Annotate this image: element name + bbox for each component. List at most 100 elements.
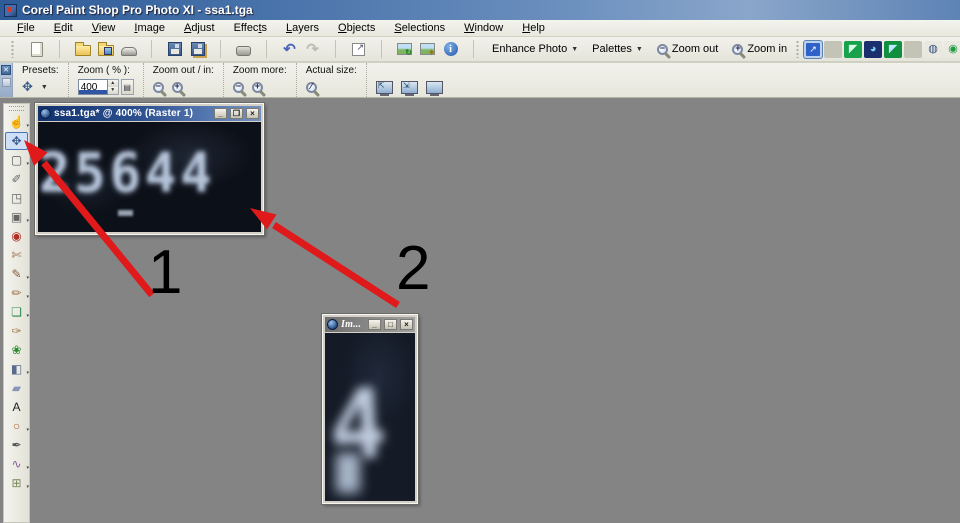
toolbar-grip (795, 40, 800, 58)
minimize-button[interactable]: _ (214, 108, 227, 119)
zoom-percent-stepper[interactable]: ▲▼ (108, 79, 119, 95)
zoom-percent-label: Zoom ( % ): (78, 65, 134, 76)
zoom-in-icon[interactable]: + (172, 82, 183, 93)
actual-size-icon[interactable]: ∕ (306, 82, 317, 93)
dropper-tool[interactable]: ✐ (5, 170, 28, 188)
zoom-in-more-icon[interactable]: + (252, 82, 263, 93)
presets-icon[interactable]: ✥ (22, 79, 33, 95)
picture-tube-tool[interactable]: ❀ (5, 341, 28, 359)
menu-effects[interactable]: Effects (225, 21, 277, 35)
new-icon[interactable] (31, 42, 43, 57)
pin-icon[interactable] (2, 78, 11, 87)
pan-tool[interactable]: ☝ (5, 113, 28, 131)
restore-button[interactable]: ❐ (230, 108, 243, 119)
close-button[interactable]: × (400, 319, 413, 330)
psp-document-icon (40, 108, 51, 119)
menu-objects[interactable]: Objects (329, 21, 385, 35)
menu-help[interactable]: Help (513, 21, 555, 35)
close-button[interactable]: × (246, 108, 259, 119)
full-screen-icon[interactable] (426, 81, 443, 94)
ssa1-image-window[interactable]: ssa1.tga* @ 400% (Raster 1) _ ❐ × 25644 (35, 103, 264, 235)
zoom-out-more-icon[interactable]: − (233, 82, 244, 93)
enhance-photo-button[interactable]: Enhance Photo ▼ (485, 41, 585, 57)
info-icon[interactable]: i (444, 42, 458, 56)
pen-tool[interactable]: ✒ (5, 436, 28, 454)
zoom-out-in-label: Zoom out / in: (153, 65, 214, 76)
menu-view[interactable]: View (83, 21, 126, 35)
makeover-tool[interactable]: ✄ (5, 246, 28, 264)
magnified-digit-blob-2 (336, 453, 360, 493)
save-icon[interactable] (168, 42, 182, 56)
menu-bar: File Edit View Image Adjust Effects Laye… (0, 20, 960, 37)
move-tool[interactable]: ✥ (5, 132, 28, 150)
image1-window-title: Im... (341, 319, 365, 330)
ssa1-window-title-bar[interactable]: ssa1.tga* @ 400% (Raster 1) _ ❐ × (38, 106, 261, 121)
fit-image-to-window-icon[interactable]: ⇲ (401, 81, 418, 94)
image1-canvas[interactable]: 4 (325, 333, 415, 501)
zoom-percent-input[interactable] (78, 79, 108, 95)
zoom-in-button[interactable]: + Zoom in (725, 41, 794, 57)
scan-icon[interactable] (121, 47, 137, 56)
text-tool[interactable]: A (5, 398, 28, 416)
presets-section: Presets: ✥ ▼ (13, 63, 69, 97)
redo-icon[interactable]: ↷ (306, 42, 319, 57)
app-icon (4, 4, 17, 17)
zoom-more-label: Zoom more: (233, 65, 287, 76)
mesh-warp-tool[interactable]: ⊞ (5, 474, 28, 492)
eraser-tool[interactable]: ▰ (5, 379, 28, 397)
zoom-out-in-section: Zoom out / in: − + (144, 63, 224, 97)
save-as-icon[interactable] (191, 42, 205, 56)
ssa1-image-canvas[interactable]: 25644 (38, 122, 261, 232)
open-icon[interactable] (75, 45, 91, 56)
resize-icon[interactable] (352, 43, 365, 56)
pick-tool[interactable]: ▣ (5, 208, 28, 226)
color-replacer-tool[interactable]: ✏ (5, 284, 28, 302)
full-screen-preview-icon[interactable]: ↗ (804, 41, 822, 58)
effect-globe-icon[interactable]: ◍ (924, 41, 942, 58)
maximize-button[interactable]: □ (384, 319, 397, 330)
red-eye-tool[interactable]: ◉ (5, 227, 28, 245)
warp-brush-tool[interactable]: ∿ (5, 455, 28, 473)
fit-window-to-image-icon[interactable]: ⇱ (376, 81, 393, 94)
menu-layers[interactable]: Layers (277, 21, 329, 35)
zoom-out-icon[interactable]: − (153, 82, 164, 93)
effect-green-sphere-icon[interactable]: ◉ (944, 41, 960, 58)
undo-icon[interactable]: ↶ (283, 42, 296, 57)
browse-icon[interactable] (98, 45, 114, 56)
selection-tool[interactable]: ▢ (5, 151, 28, 169)
close-icon[interactable]: ✕ (1, 65, 11, 75)
menu-edit[interactable]: Edit (45, 21, 83, 35)
separator (824, 41, 842, 58)
menu-adjust[interactable]: Adjust (175, 21, 225, 35)
effect-pinwheel-icon[interactable]: ◤ (884, 41, 902, 58)
dodge-brush-tool[interactable]: ✑ (5, 322, 28, 340)
effect-browser-icon[interactable]: ◤ (844, 41, 862, 58)
options-palette-handle[interactable]: ✕ (0, 63, 13, 97)
zoom-slider-button[interactable]: ▤ (121, 79, 134, 95)
print-icon[interactable] (236, 46, 251, 56)
palettes-button[interactable]: Palettes ▼ (585, 41, 650, 57)
clone-brush-tool[interactable]: ❏ (5, 303, 28, 321)
actual-size-section: Actual size: ∕ (297, 63, 367, 97)
image1-window[interactable]: Im... _ □ × 4 (322, 314, 418, 504)
image1-window-title-bar[interactable]: Im... _ □ × (325, 317, 415, 332)
chevron-down-icon: ▼ (636, 46, 643, 53)
photo-fix-icon[interactable] (397, 43, 412, 55)
crop-tool[interactable]: ◳ (5, 189, 28, 207)
flood-fill-tool[interactable]: ◧ (5, 360, 28, 378)
menu-selections[interactable]: Selections (385, 21, 455, 35)
menu-window[interactable]: Window (455, 21, 513, 35)
effect-blue-shape-icon[interactable]: ◕ (864, 41, 882, 58)
menu-image[interactable]: Image (125, 21, 175, 35)
underline-mark (118, 210, 133, 216)
photo-adjust-icon[interactable] (420, 43, 435, 55)
preset-shape-tool[interactable]: ○ (5, 417, 28, 435)
paint-brush-tool[interactable]: ✎ (5, 265, 28, 283)
arrow-2-line (274, 225, 398, 305)
chevron-down-icon[interactable]: ▼ (41, 84, 48, 91)
tools-palette-grip[interactable] (9, 106, 24, 111)
minimize-button[interactable]: _ (368, 319, 381, 330)
menu-file[interactable]: File (8, 21, 45, 35)
separator (59, 40, 60, 58)
zoom-out-button[interactable]: − Zoom out (650, 41, 725, 57)
